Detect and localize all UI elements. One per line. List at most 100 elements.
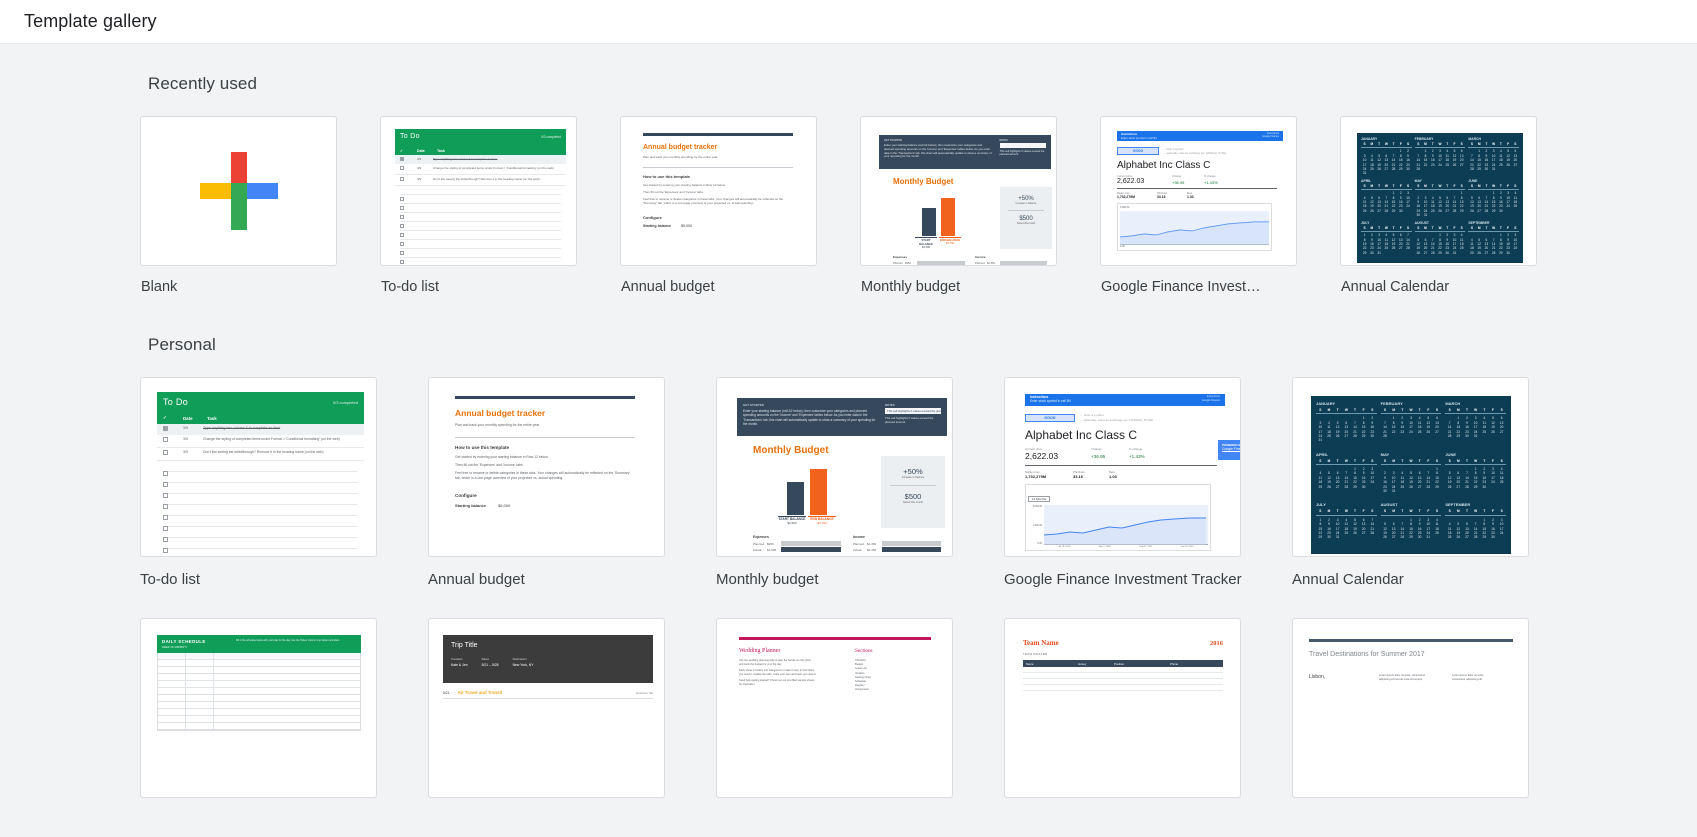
template-thumbnail-monthly-budget[interactable]: GET STARTED Enter your starting balance … [716,377,953,557]
team-col-phone: Phone [1170,661,1179,666]
todo-col-date: Date [417,149,425,153]
calendar-month-block: JUNE S M T W T F S 1 2 3 4 5 6 7 8 9 10 11 12 13 14 15 16 17 18 19… [1445,452,1506,499]
template-card-personal-google-finance[interactable]: Instructions Enter stock symbol in cell … [1004,377,1269,590]
mb-title: Monthly Budget [753,445,829,456]
mb-summary-pct: +50% [903,467,923,476]
mb-bar-start-label: START BALANCE [919,238,933,246]
fin-pct-label: % change [1129,447,1143,451]
template-card-google-finance[interactable]: Instructions Enter stock symbol in cell … [1100,116,1319,295]
template-thumbnail-annual-calendar[interactable]: JANUARY S M T W T F S 1 2 3 4 5 6 7 8 9 10 11 12 13 14 15 16 17 1… [1292,377,1529,557]
mb-bar-start [921,208,936,236]
fin-x-tick: Nov 7, 2020 [1098,546,1111,548]
template-thumbnail-annual-budget[interactable]: Annual budget tracker Plan and track you… [428,377,665,557]
template-thumbnail-annual-calendar[interactable]: JANUARY S M T W T F S 1 2 3 4 5 6 7 8 9 10 11 12 13 14 15 16 17 1… [1340,116,1537,266]
template-label: Blank [141,279,178,295]
annual-budget-howto-title: How to use this template [643,174,691,179]
fin-price: 2,622.03 [1117,178,1145,185]
template-thumbnail-to-do-list[interactable]: To Do 0/3 completed ✓ Date Task 3/9 Type… [380,116,577,266]
calendar-month-block: MAY S M T W T F S 1 2 3 4 5 6 7 8 9 10 11 12 13 14 15 16 17 18 19 2… [1414,178,1466,218]
mb-note-title: NOTES [999,139,1008,142]
team-sub: TEAM ROSTER [1023,652,1048,656]
mb-note-text: This cell highlights if values exceed th… [885,416,934,424]
annual-budget-configure-value: $5,000 [680,224,692,228]
fin-x-tick: Jun 18, 2021 [1180,546,1194,548]
section-heading-personal: Personal [148,335,216,354]
team-col-name: Name [1026,661,1034,666]
template-card-wedding-planner[interactable]: Wedding Planner Use the wedding planning… [716,618,981,798]
mb-summary-amt: $500 [904,492,922,501]
fin-axis-mid: 1,500.00 [1032,523,1042,527]
calendar-month-block: APRIL S M T W T F S 1 2 3 4 5 6 7 8 9 10 11 12 13 14 15 16 17 18 1… [1316,452,1377,499]
template-thumbnail-monthly-budget[interactable]: GET STARTED Enter your starting balance … [860,116,1057,266]
template-thumbnail-google-finance[interactable]: Instructions Enter stock symbol in cell … [1100,116,1297,266]
wedding-sections-title: Sections [855,648,873,654]
trip-title: Trip Title [451,642,478,649]
mb-expenses-label: Expenses [753,535,769,539]
page-title: Template gallery [24,11,157,31]
template-thumbnail-team-roster[interactable]: Team Name 2016 TEAM ROSTER Name Jersey P… [1004,618,1241,798]
mb-banner-text: Enter your starting balance (cell A2 bel… [743,409,876,426]
mb-bar-chart [879,192,997,236]
template-card-daily-schedule[interactable]: DAILY SCHEDULE WEEK OF MM/DD/YY Fill in … [140,618,405,798]
mb-summary-pct-label: Increase in balance [901,476,925,479]
fin-symbol-input[interactable]: GOOG [1025,413,1075,422]
calendar-grid: JANUARY S M T W T F S 1 2 3 4 5 6 7 8 9 10 11 12 13 14 15 16 17 1… [1311,396,1511,554]
fin-powered-by-badge: POWERED BY Google Finance [1218,440,1240,460]
template-thumbnail-wedding-planner[interactable]: Wedding Planner Use the wedding planning… [716,618,953,798]
mb-planned-label: Planned [893,261,903,265]
fin-price: 2,622.03 [1025,451,1059,461]
todo-col-task: Task [207,416,217,421]
template-card-personal-annual-calendar[interactable]: JANUARY S M T W T F S 1 2 3 4 5 6 7 8 9 10 11 12 13 14 15 16 17 1… [1292,377,1557,590]
daily-schedule-sub: WEEK OF MM/DD/YY [162,646,188,649]
mb-bar-end [810,469,827,515]
fin-chart: 12 Months 3,000.00 1,500.00 0.00 Jul 19,… [1025,484,1211,551]
team-table-header: Name Jersey Position Phone [1023,660,1223,667]
fin-symbol-input[interactable]: GOOG [1117,147,1159,155]
template-thumbnail-annual-budget[interactable]: Annual budget tracker Plan and track you… [620,116,817,266]
template-thumbnail-trip-planner[interactable]: Trip Title Travelers Kate & Jen Dates 5/… [428,618,665,798]
mb-planned-label: Planned [853,541,865,546]
template-card-personal-annual-budget[interactable]: Annual budget tracker Plan and track you… [428,377,693,590]
daily-schedule-table [157,653,361,731]
calendar-month-block: AUGUST S M T W T F S 1 2 3 4 5 6 7 8 9 10 11 12 13 14 15 16 17 18… [1414,220,1466,255]
trip-date: 5/21 [443,691,450,695]
fin-axis-top: 3,000.00 [1032,505,1042,508]
mb-planned-label: Planned [975,261,985,265]
wedding-title: Wedding Planner [739,648,781,654]
template-card-annual-budget[interactable]: Annual budget tracker Plan and track you… [620,116,839,295]
template-label: Annual Calendar [1341,279,1450,295]
template-thumbnail-google-finance[interactable]: Instructions Enter stock symbol in cell … [1004,377,1241,557]
template-thumbnail-to-do-list[interactable]: To Do 0/3 completed ✓ Date Task 3/9 Type… [140,377,377,557]
calendar-month-block: MARCH S M T W T F S 1 2 3 4 5 6 7 8 9 10 11 12 13 14 15 16 17 18 1… [1468,137,1519,172]
mb-income-planned: $2,450 [867,541,877,546]
trip-destination-label: Destination [512,657,527,661]
fin-powered-by-link[interactable]: Google Finance [1222,447,1240,451]
daily-schedule-note: Fill in the schedule below with your pla… [236,639,340,642]
template-card-blank[interactable]: Blank [140,116,359,295]
todo-col-task: Task [437,149,445,153]
calendar-grid: JANUARY S M T W T F S 1 2 3 4 5 6 7 8 9 10 11 12 13 14 15 16 17 1… [1357,133,1523,263]
fin-hint-1: ← enter a symbol [1163,147,1184,151]
annual-budget-configure-value: $5,000 [498,503,511,509]
calendar-month-block: SEPTEMBER S M T W T F S 1 2 3 4 5 6 7 8 9 10 11 12 13 14 15 16 1… [1445,502,1506,549]
mb-title: Monthly Budget [893,177,954,186]
template-card-travel-planner[interactable]: Travel Destinations for Summer 2017 Lisb… [1292,618,1557,798]
fin-range-selector[interactable]: 12 Months [1028,496,1051,502]
template-label: Annual budget [428,571,525,588]
annual-budget-step: Feel free to rename or delete categories… [455,471,631,480]
template-gallery-scroll-area[interactable]: Recently used Blank To Do 0/3 completed [0,44,1697,837]
template-thumbnail-daily-schedule[interactable]: DAILY SCHEDULE WEEK OF MM/DD/YY Fill in … [140,618,377,798]
template-card-monthly-budget[interactable]: GET STARTED Enter your starting balance … [860,116,1079,295]
template-card-to-do-list[interactable]: To Do 0/3 completed ✓ Date Task 3/9 Type… [380,116,599,295]
template-card-trip-planner[interactable]: Trip Title Travelers Kate & Jen Dates 5/… [428,618,693,798]
fin-banner-text: Enter stock symbol in cell B4 [1030,399,1071,403]
template-card-personal-to-do-list[interactable]: To Do 0/3 completed ✓ Date Task 3/9 Type… [140,377,405,590]
template-card-team-roster[interactable]: Team Name 2016 TEAM ROSTER Name Jersey P… [1004,618,1269,798]
template-thumbnail-travel-planner[interactable]: Travel Destinations for Summer 2017 Lisb… [1292,618,1529,798]
template-label: To-do list [140,571,201,588]
template-thumbnail-blank[interactable] [140,116,337,266]
template-card-annual-calendar[interactable]: JANUARY S M T W T F S 1 2 3 4 5 6 7 8 9 10 11 12 13 14 15 16 17 1… [1340,116,1559,295]
template-label: Annual budget [621,279,715,295]
mb-note-highlight: This cell highlights if values exceed th… [885,408,941,414]
template-card-personal-monthly-budget[interactable]: GET STARTED Enter your starting balance … [716,377,981,590]
